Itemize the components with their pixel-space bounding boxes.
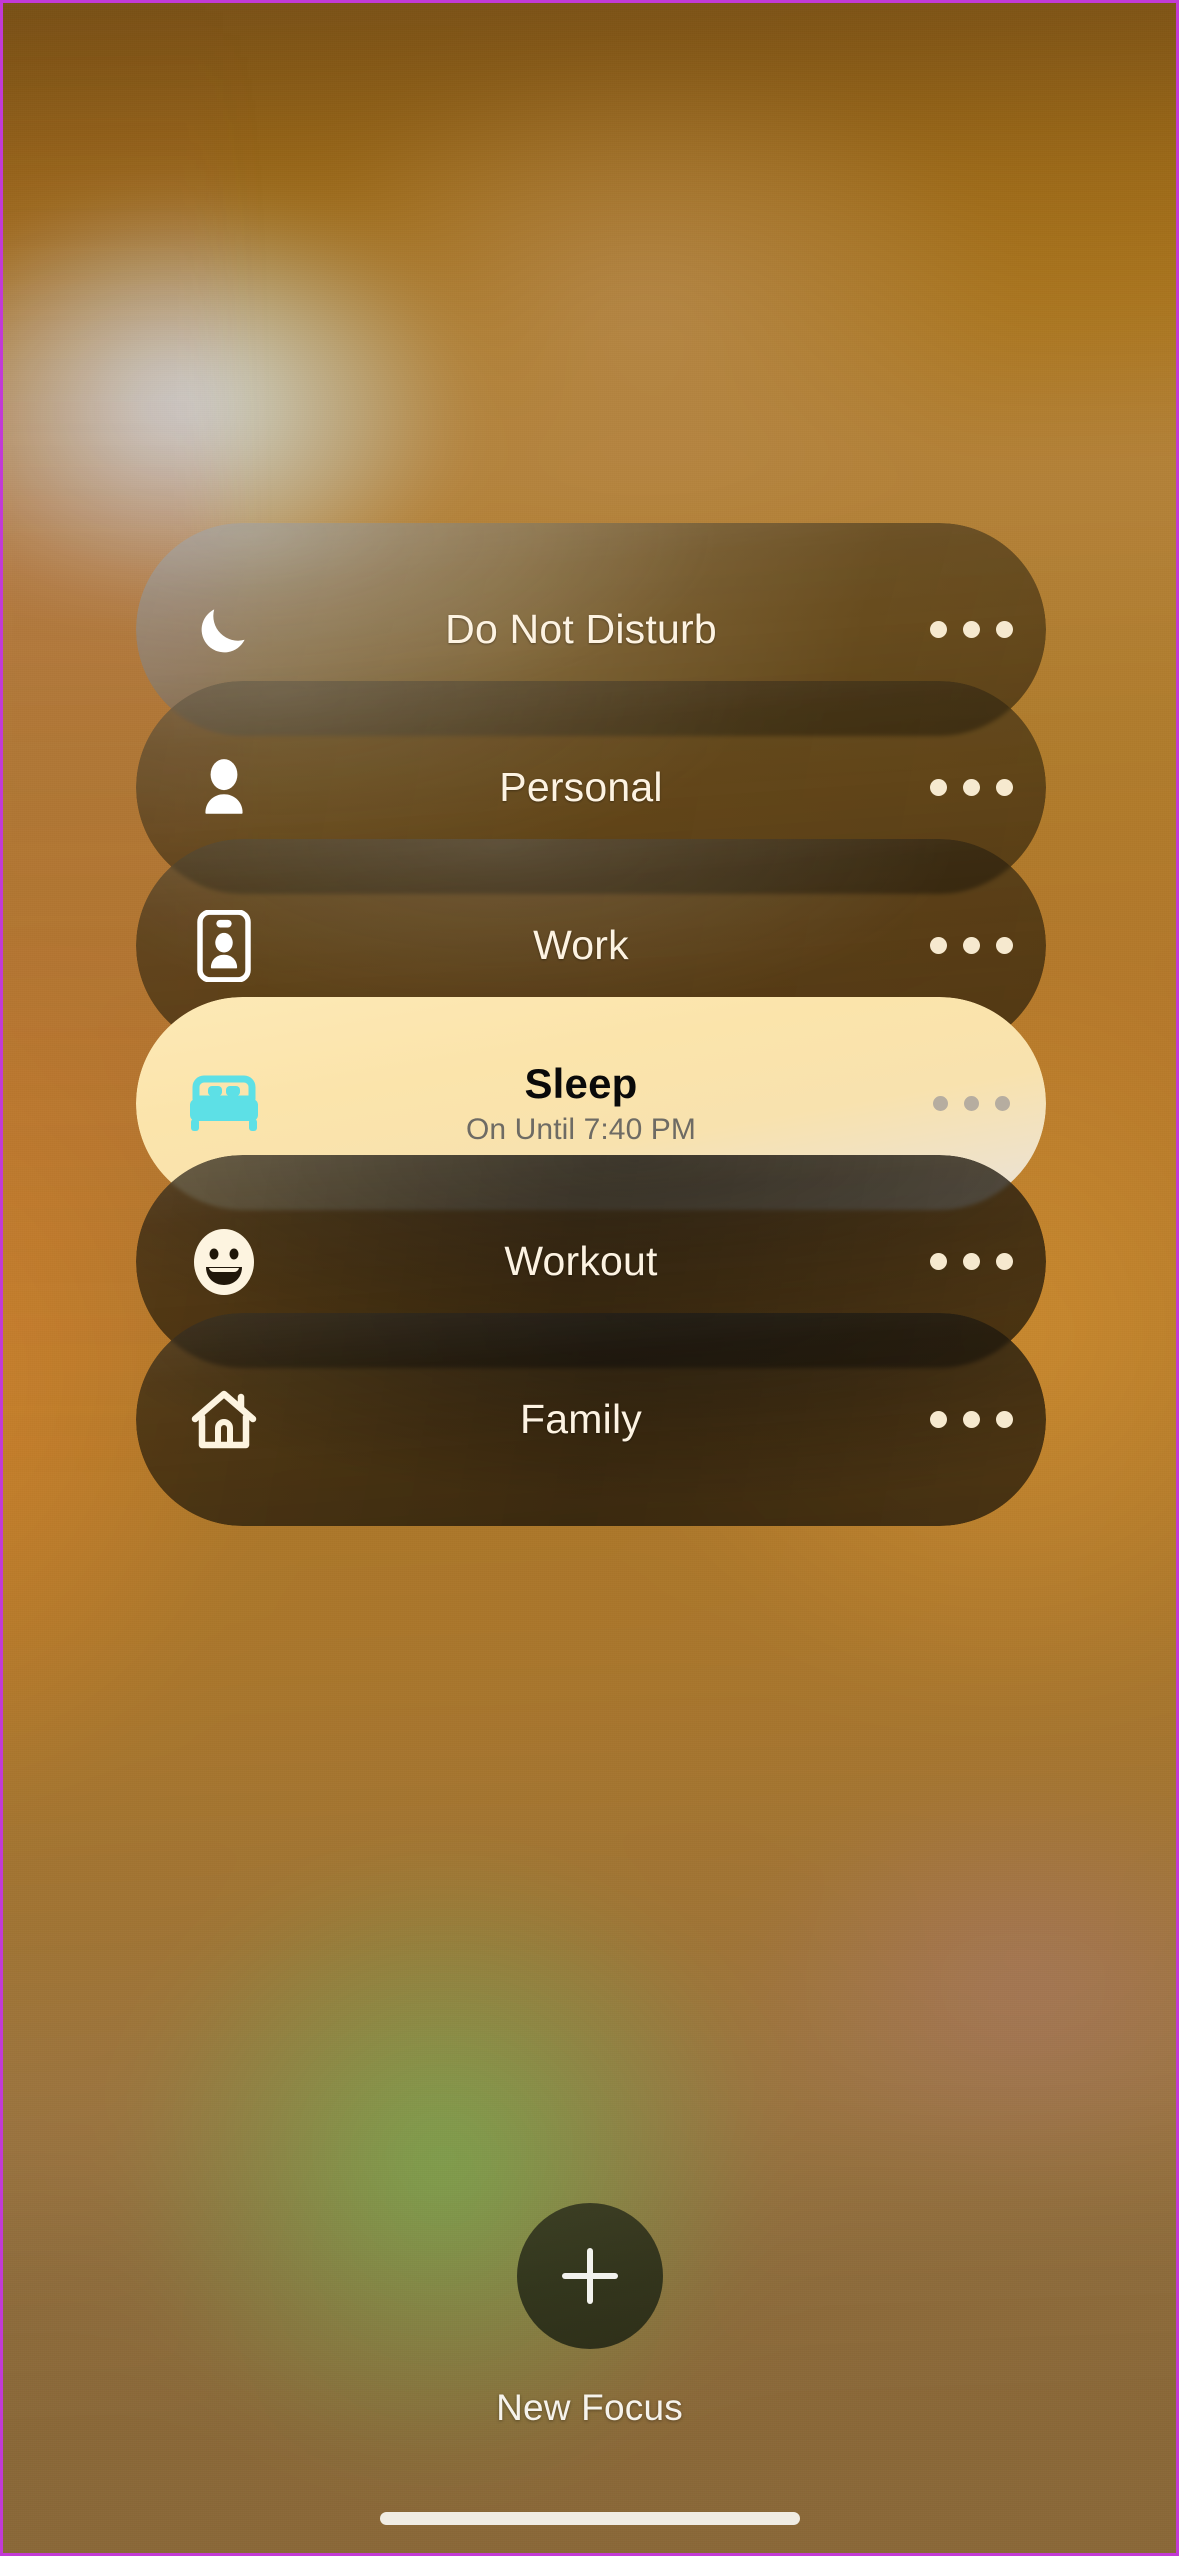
more-dot (962, 937, 980, 954)
focus-item-label: Workout (504, 1238, 658, 1284)
more-dot (929, 621, 947, 638)
plus-vertical-bar (586, 2248, 593, 2304)
more-dot (995, 1411, 1013, 1428)
pill-text-group: Work (266, 922, 896, 969)
more-dot (962, 1253, 980, 1270)
home-indicator[interactable] (379, 2512, 800, 2525)
pill-text-group: Do Not Disturb (266, 606, 896, 653)
more-options-button[interactable] (896, 1096, 1046, 1111)
more-dot (932, 1096, 948, 1111)
more-dot (962, 779, 980, 796)
focus-item-label: Sleep (524, 1060, 638, 1107)
more-options-button[interactable] (896, 1411, 1046, 1428)
new-focus-label: New Focus (496, 2387, 683, 2428)
more-dot (929, 1253, 947, 1270)
more-options-button[interactable] (896, 621, 1046, 638)
more-dot (995, 779, 1013, 796)
more-dot (962, 621, 980, 638)
more-dot (995, 1253, 1013, 1270)
more-dot (995, 937, 1013, 954)
pill-text-group: Family (266, 1396, 896, 1443)
new-focus-group: New Focus (3, 2203, 1176, 2429)
more-options-button[interactable] (896, 1253, 1046, 1270)
focus-item-label: Personal (499, 764, 663, 810)
more-dot (929, 937, 947, 954)
more-options-button[interactable] (896, 779, 1046, 796)
more-dot (929, 779, 947, 796)
more-dot (963, 1096, 979, 1111)
focus-item-label: Work (533, 922, 629, 968)
pill-text-group: Personal (266, 764, 896, 811)
focus-item-label: Family (520, 1396, 642, 1442)
more-dot (994, 1096, 1010, 1111)
more-dot (962, 1411, 980, 1428)
plus-icon (561, 2248, 618, 2304)
focus-item-status: On Until 7:40 PM (465, 1113, 697, 1146)
more-options-button[interactable] (896, 937, 1046, 954)
focus-item-family[interactable]: Family (136, 1313, 1046, 1526)
more-dot (995, 621, 1013, 638)
pill-text-group: Workout (266, 1238, 896, 1285)
pill-text-group: Sleep On Until 7:40 PM (266, 1060, 896, 1147)
focus-item-label: Do Not Disturb (445, 606, 717, 652)
focus-panel-screen: Do Not Disturb Personal Work Sleep On Un… (0, 0, 1179, 2556)
more-dot (929, 1411, 947, 1428)
new-focus-button[interactable] (516, 2203, 663, 2349)
